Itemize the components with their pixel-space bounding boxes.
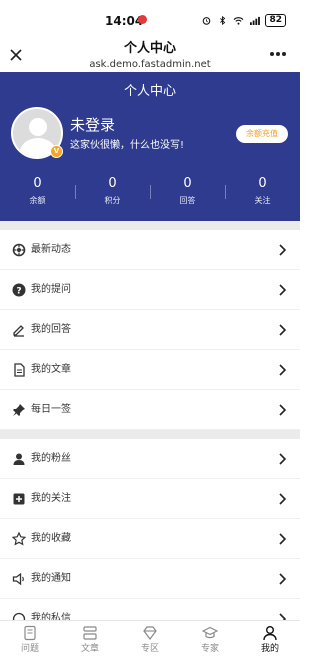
tab-articles[interactable]: 文章 xyxy=(60,621,120,660)
question-tab-icon xyxy=(24,625,36,641)
activity-icon xyxy=(12,243,26,257)
chevron-right-icon xyxy=(279,404,286,416)
document-icon xyxy=(14,363,25,377)
stat-label: 积分 xyxy=(104,196,121,205)
status-bar: 14:04 82 xyxy=(0,0,300,40)
more-options-icon[interactable] xyxy=(270,52,286,58)
menu-item-my-following[interactable]: 我的关注 xyxy=(0,479,300,519)
menu-item-my-articles[interactable]: 我的文章 xyxy=(0,350,300,390)
nav-subtitle: ask.demo.fastadmin.net xyxy=(89,59,211,70)
alarm-icon xyxy=(203,17,211,25)
menu-item-latest-activity[interactable]: 最新动态 xyxy=(0,230,300,270)
question-icon: ? xyxy=(12,283,26,297)
menu-item-label: 最新动态 xyxy=(31,244,71,255)
signal-icon xyxy=(250,16,261,25)
menu-item-label: 我的收藏 xyxy=(31,533,71,544)
system-icons: 82 xyxy=(201,14,286,27)
menu-item-my-questions[interactable]: ? 我的提问 xyxy=(0,270,300,310)
chevron-right-icon xyxy=(279,533,286,545)
vip-badge: V xyxy=(50,145,63,158)
stat-value: 0 xyxy=(258,176,267,191)
menu-item-my-answers[interactable]: 我的回答 xyxy=(0,310,300,350)
menu-item-my-notifications[interactable]: 我的通知 xyxy=(0,559,300,599)
bottom-tab-bar: 问题 文章 专区 专家 我的 xyxy=(0,620,300,660)
profile-title: 个人中心 xyxy=(123,84,176,99)
chevron-right-icon xyxy=(279,364,286,376)
tab-zone[interactable]: 专区 xyxy=(120,621,180,660)
stat-label: 余额 xyxy=(29,196,46,205)
menu-item-my-favorites[interactable]: 我的收藏 xyxy=(0,519,300,559)
menu-item-daily-checkin[interactable]: 每日一签 xyxy=(0,390,300,430)
tab-label: 我的 xyxy=(260,644,279,654)
nav-bar: 个人中心 ask.demo.fastadmin.net xyxy=(0,40,300,72)
bluetooth-icon xyxy=(220,16,226,25)
article-tab-icon xyxy=(83,626,97,640)
user-bio: 这家伙很懒，什么也没写! xyxy=(70,140,185,151)
nav-titles: 个人中心 ask.demo.fastadmin.net xyxy=(0,41,300,71)
chevron-right-icon xyxy=(279,493,286,505)
pencil-icon xyxy=(13,325,24,337)
stat-balance[interactable]: 0 余额 xyxy=(0,176,75,207)
stat-points[interactable]: 0 积分 xyxy=(75,176,150,207)
menu-item-label: 我的粉丝 xyxy=(31,453,71,464)
battery-indicator: 82 xyxy=(265,14,286,27)
plus-square-icon xyxy=(13,493,25,505)
tab-experts[interactable]: 专家 xyxy=(180,621,240,660)
chevron-right-icon xyxy=(279,453,286,465)
stat-label: 关注 xyxy=(254,196,271,205)
tab-label: 专区 xyxy=(140,644,159,654)
menu-item-my-fans[interactable]: 我的粉丝 xyxy=(0,439,300,479)
stat-value: 0 xyxy=(108,176,117,191)
user-icon xyxy=(13,453,25,465)
tab-label: 专家 xyxy=(200,644,219,654)
tab-me[interactable]: 我的 xyxy=(240,621,300,660)
star-icon xyxy=(12,532,26,546)
menu-item-label: 我的提问 xyxy=(31,284,71,295)
menu-group-activity: 最新动态 ? 我的提问 我的回答 我的文章 每日一签 xyxy=(0,230,300,430)
menu-item-label: 我的文章 xyxy=(31,364,71,375)
menu-item-label: 每日一签 xyxy=(31,404,71,415)
menu-item-label: 我的关注 xyxy=(31,493,71,504)
profile-header: 个人中心 V 未登录 这家伙很懒，什么也没写! 余额充值 0 余额 0 积分 0… xyxy=(0,72,300,221)
zone-tab-icon xyxy=(143,626,157,640)
svg-text:?: ? xyxy=(16,287,21,297)
stat-value: 0 xyxy=(33,176,42,191)
pin-icon xyxy=(13,404,25,416)
recharge-button[interactable]: 余额充值 xyxy=(236,125,288,143)
nav-title: 个人中心 xyxy=(123,41,176,56)
stat-answers[interactable]: 0 回答 xyxy=(150,176,225,207)
expert-tab-icon xyxy=(202,626,218,639)
stat-value: 0 xyxy=(183,176,192,191)
section-divider xyxy=(0,430,300,439)
wifi-icon xyxy=(234,17,244,25)
tab-questions[interactable]: 问题 xyxy=(0,621,60,660)
menu-group-social: 我的粉丝 我的关注 我的收藏 我的通知 我的私信 xyxy=(0,439,300,639)
section-divider xyxy=(0,221,300,230)
menu-item-label: 我的通知 xyxy=(31,573,71,584)
menu-item-label: 我的回答 xyxy=(31,324,71,335)
tab-label: 文章 xyxy=(80,644,99,654)
tab-label: 问题 xyxy=(20,644,39,654)
stats-row: 0 余额 0 积分 0 回答 0 关注 xyxy=(0,176,300,207)
username[interactable]: 未登录 xyxy=(70,114,115,135)
chevron-right-icon xyxy=(279,324,286,336)
notification-app-icon xyxy=(138,15,147,24)
chevron-right-icon xyxy=(279,573,286,585)
me-tab-icon xyxy=(263,626,277,641)
chevron-right-icon xyxy=(279,284,286,296)
chevron-right-icon xyxy=(279,244,286,256)
speaker-icon xyxy=(12,572,24,586)
stat-following[interactable]: 0 关注 xyxy=(225,176,300,207)
stat-label: 回答 xyxy=(179,196,196,205)
